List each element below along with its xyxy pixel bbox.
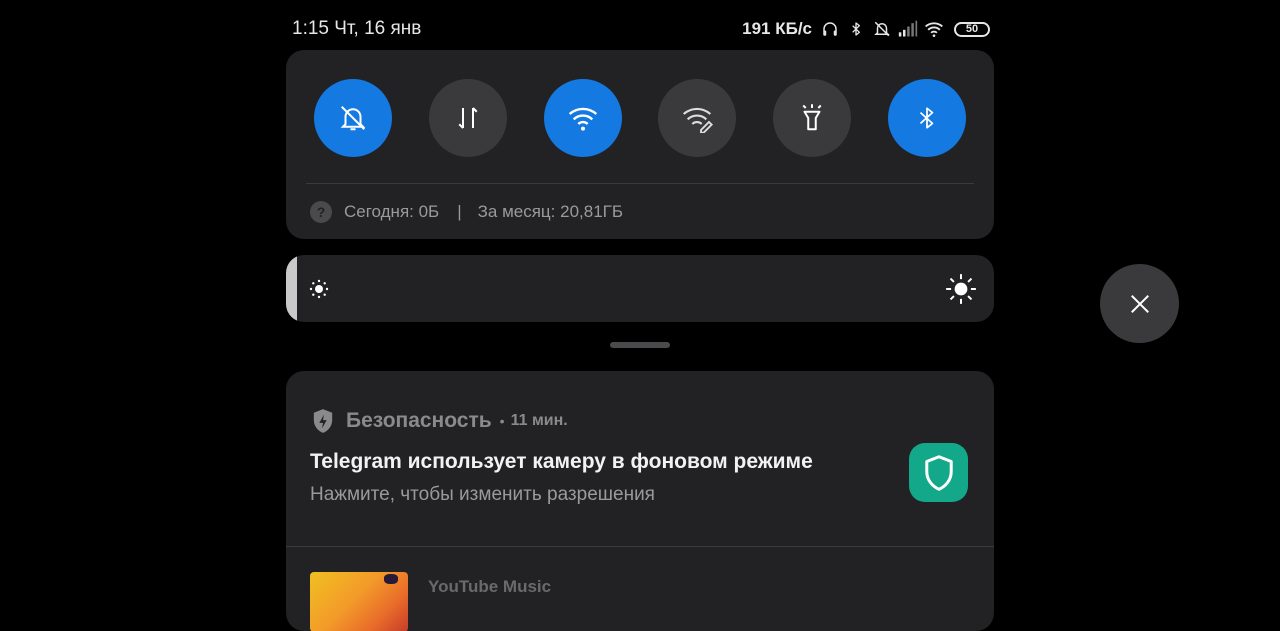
music-album-art: [310, 572, 408, 631]
tile-wifi[interactable]: [543, 79, 622, 157]
brightness-slider[interactable]: [286, 255, 994, 322]
drag-handle[interactable]: [610, 342, 670, 348]
bell-off-icon: [340, 106, 366, 131]
security-app-icon: [909, 443, 968, 502]
status-icons: 191 КБ/с 50: [742, 19, 990, 39]
notification-dot: •: [499, 413, 505, 429]
data-usage-today: Сегодня: 0Б: [344, 202, 440, 221]
notification-text: Нажмите, чтобы изменить разрешения: [310, 484, 655, 505]
headphones-icon: [820, 19, 840, 39]
notification-card[interactable]: Безопасность • 11 мин. Telegram использу…: [286, 371, 994, 631]
brightness-low-icon: [306, 277, 332, 306]
quick-settings-panel: ? Сегодня: 0Б | За месяц: 20,81ГБ: [286, 50, 994, 239]
data-usage[interactable]: ? Сегодня: 0Б | За месяц: 20,81ГБ: [310, 200, 623, 224]
tile-mobile-data[interactable]: [428, 79, 507, 157]
tile-bluetooth[interactable]: [887, 79, 966, 157]
notification-header: Безопасность • 11 мин.: [312, 408, 568, 434]
signal-icon: [898, 19, 918, 39]
help-icon: ?: [310, 201, 332, 223]
network-speed: 191 КБ/с: [742, 19, 812, 38]
data-usage-separator: |: [457, 202, 462, 221]
notification-divider: [286, 546, 994, 547]
data-usage-month: За месяц: 20,81ГБ: [477, 202, 624, 221]
close-icon: [1130, 294, 1149, 313]
brightness-high-icon: [944, 272, 978, 311]
shield-icon: [924, 454, 953, 491]
bluetooth-icon: [919, 107, 934, 129]
wifi-edit-icon: [683, 107, 714, 133]
notification-app-name: Безопасность: [346, 409, 492, 432]
status-time-date: 1:15 Чт, 16 янв: [292, 18, 422, 39]
wifi-icon: [568, 107, 597, 131]
tile-wifi-edit[interactable]: [658, 79, 737, 157]
security-shield-icon: [313, 409, 333, 433]
brightness-fill: [286, 255, 297, 322]
music-app-name: YouTube Music: [428, 577, 552, 596]
tile-flashlight[interactable]: [773, 79, 852, 157]
tile-silent[interactable]: [314, 79, 392, 157]
notification-title: Telegram использует камеру в фоновом реж…: [310, 450, 813, 473]
battery-indicator: 50: [954, 21, 990, 37]
clear-notifications-button[interactable]: [1100, 264, 1179, 343]
quick-tiles: [314, 79, 966, 157]
flashlight-icon: [802, 104, 822, 131]
wifi-icon: [924, 19, 944, 39]
status-bar: 1:15 Чт, 16 янв 191 КБ/с 50: [292, 16, 990, 42]
alarm-off-icon: [872, 19, 892, 39]
bluetooth-icon: [846, 19, 866, 39]
qs-divider: [306, 183, 974, 184]
notification-time: 11 мин.: [510, 412, 568, 429]
data-arrows-icon: [458, 107, 478, 129]
